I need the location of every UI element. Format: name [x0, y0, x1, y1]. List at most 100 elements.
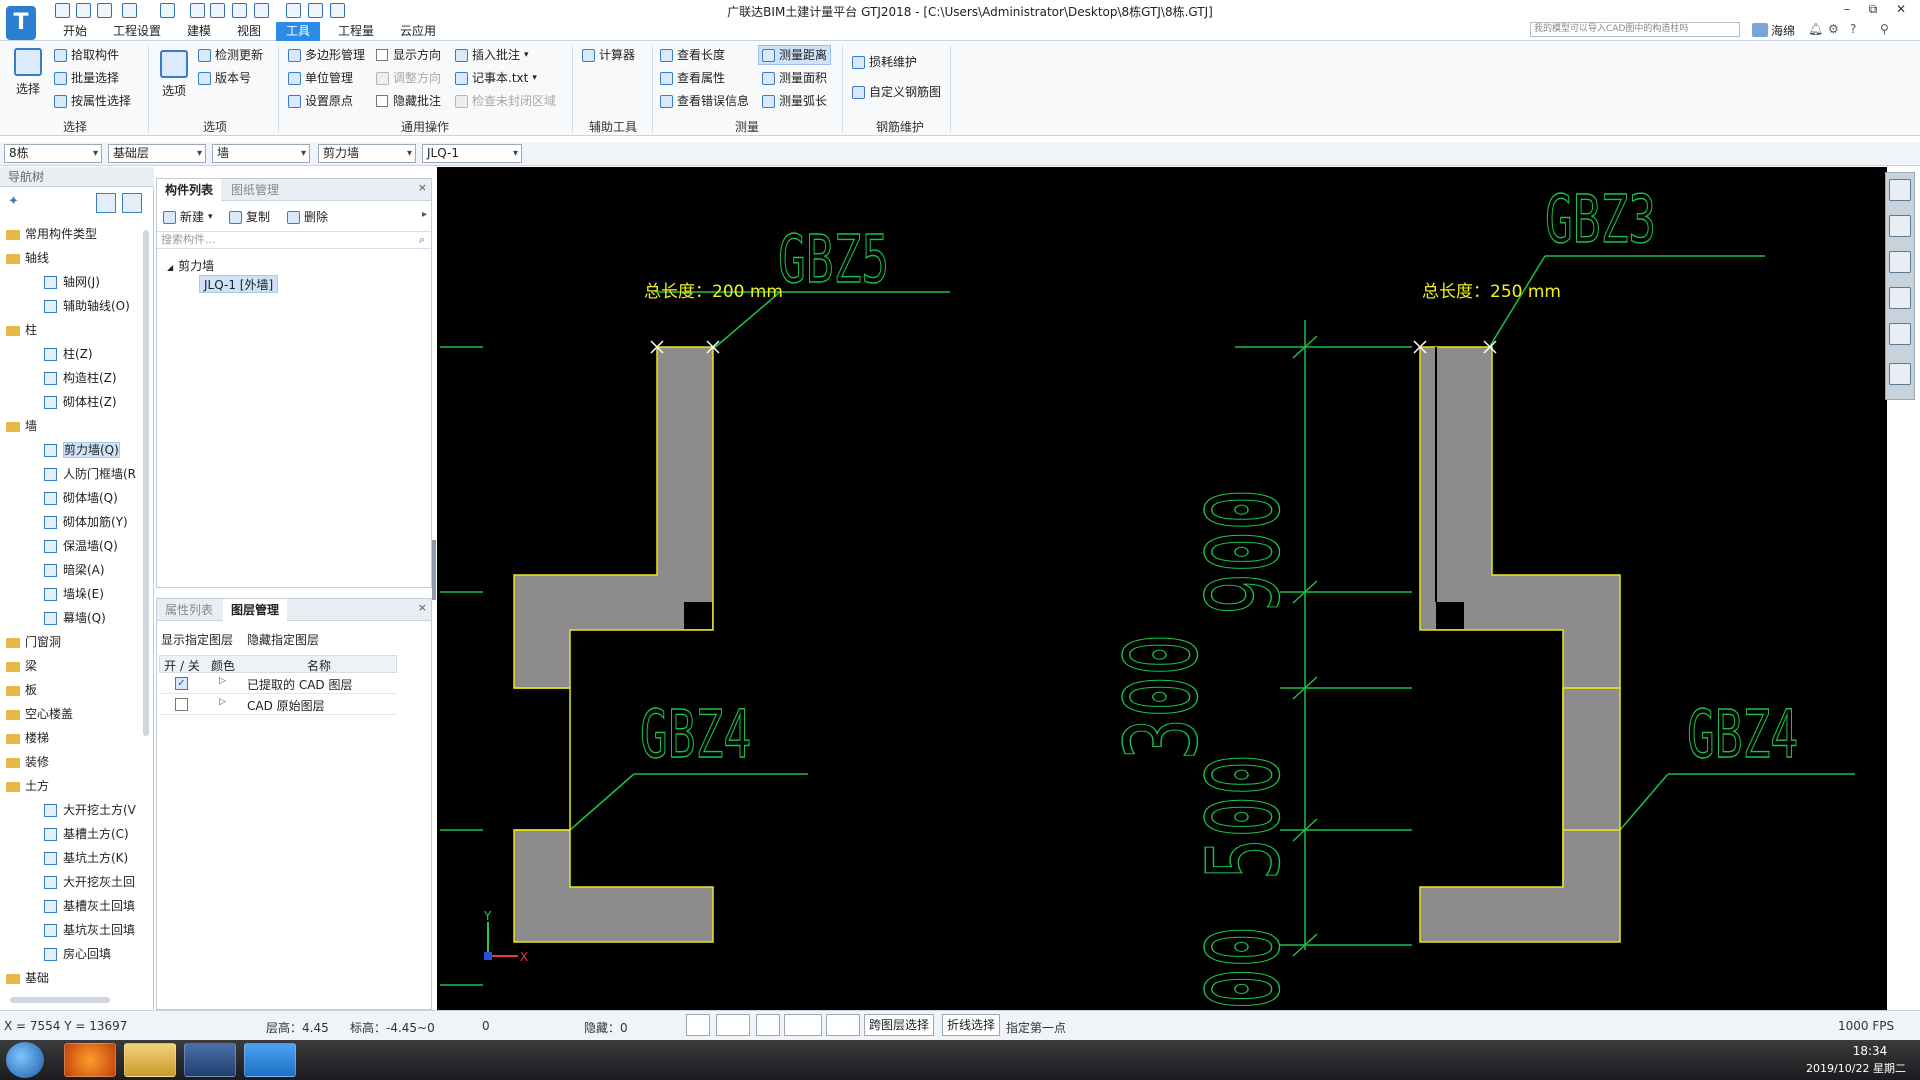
user-name[interactable]: 海绵	[1771, 22, 1795, 40]
nav-folder[interactable]: 墙	[6, 414, 37, 438]
type-select[interactable]: 剪力墙	[318, 144, 416, 163]
nav-item[interactable]: 基槽灰土回填	[44, 894, 135, 918]
tab-view[interactable]: 视图	[227, 22, 271, 41]
tab-modeling[interactable]: 建模	[175, 22, 223, 41]
nav-folder[interactable]: 土方	[6, 774, 49, 798]
view-properties-button[interactable]: 查看属性	[660, 68, 725, 88]
nav-item[interactable]: 幕墙(Q)	[44, 606, 106, 630]
polyline-select-button[interactable]: 折线选择	[942, 1014, 1001, 1036]
restore-button[interactable]: ⧉	[1862, 2, 1884, 20]
minimize-button[interactable]: –	[1836, 2, 1858, 20]
more-icon[interactable]: ▸	[422, 209, 427, 220]
hide-annotation-checkbox[interactable]: 隐藏批注	[376, 91, 441, 111]
select-by-property-button[interactable]: 按属性选择	[54, 91, 131, 111]
nav-folder[interactable]: 板	[6, 678, 37, 702]
nav-folder[interactable]: 基础	[6, 966, 49, 990]
tab-project-settings[interactable]: 工程设置	[106, 22, 168, 41]
new-component-button[interactable]: 新建 ▾	[163, 207, 213, 227]
top-view-icon[interactable]	[1889, 251, 1911, 273]
show-direction-checkbox[interactable]: 显示方向	[376, 45, 441, 65]
polygon-manage-button[interactable]: 多边形管理	[288, 45, 365, 65]
nav-item[interactable]: 基坑灰土回填	[44, 918, 135, 942]
show-layer-button[interactable]: 显示指定图层	[161, 631, 233, 648]
cross-layer-select-button[interactable]: 跨图层选择	[864, 1014, 935, 1036]
help-search-input[interactable]: 我的模型可以导入CAD图中的构造柱吗	[1530, 22, 1740, 37]
component-select[interactable]: JLQ-1	[422, 144, 522, 163]
hide-layer-button[interactable]: 隐藏指定图层	[247, 631, 319, 648]
nav-folder[interactable]: 梁	[6, 654, 37, 678]
tree-group-shear-wall[interactable]: ◢ 剪力墙	[167, 257, 214, 274]
explorer-icon[interactable]	[124, 1043, 176, 1077]
tab-drawing-manage[interactable]: 图纸管理	[223, 179, 287, 201]
expand-icon[interactable]: ▷	[219, 676, 226, 686]
orbit-icon[interactable]	[1889, 179, 1911, 201]
expand-icon[interactable]: ▷	[219, 697, 226, 707]
nav-folder[interactable]: 门窗洞	[6, 630, 61, 654]
nav-item[interactable]: 暗梁(A)	[44, 558, 105, 582]
tab-tools[interactable]: 工具	[276, 22, 320, 41]
tab-layer-manage[interactable]: 图层管理	[223, 599, 288, 621]
settings-icon[interactable]: ⚙︎	[1828, 22, 1839, 36]
layer-row[interactable]: ✓ ▷ 已提取的 CAD 图层	[159, 674, 397, 694]
nav-item[interactable]: 房心回填	[44, 942, 111, 966]
check-update-button[interactable]: 检测更新	[198, 45, 263, 65]
sum-icon[interactable]	[190, 3, 205, 18]
nav-folder[interactable]: 空心楼盖	[6, 702, 73, 726]
pin-icon[interactable]: ⚲	[1880, 22, 1889, 36]
measure-arc-button[interactable]: 测量弧长	[762, 91, 827, 111]
nav-folder[interactable]: 装修	[6, 750, 49, 774]
nav-item[interactable]: 大开挖灰土回	[44, 870, 135, 894]
pick-component-button[interactable]: 拾取构件	[54, 45, 119, 65]
nav-item[interactable]: 剪力墙(Q)	[44, 438, 120, 462]
undo-icon[interactable]	[122, 3, 137, 18]
nav-folder[interactable]: 常用构件类型	[6, 222, 97, 246]
tray-icons[interactable]	[1620, 1048, 1820, 1068]
nav-hscrollbar[interactable]	[10, 997, 110, 1003]
offset-icon[interactable]	[826, 1014, 860, 1036]
batch-select-button[interactable]: 批量选择	[54, 68, 119, 88]
nav-item[interactable]: 辅助轴线(O)	[44, 294, 130, 318]
layer-checkbox-checked[interactable]: ✓	[175, 677, 188, 690]
view-errors-button[interactable]: 查看错误信息	[660, 91, 749, 111]
tab-quantity[interactable]: 工程量	[328, 22, 384, 41]
measure-area-button[interactable]: 测量面积	[762, 68, 827, 88]
tab-property-list[interactable]: 属性列表	[157, 599, 221, 621]
measure-distance-button[interactable]: 测量距离	[758, 45, 832, 65]
save-icon[interactable]	[97, 3, 112, 18]
snap-icon[interactable]	[716, 1014, 750, 1036]
app-logo-icon[interactable]: T	[6, 6, 36, 40]
tile-view-icon[interactable]	[122, 193, 142, 213]
panel-splitter[interactable]	[432, 540, 436, 600]
firefox-icon[interactable]	[64, 1043, 116, 1077]
gtj-app-icon[interactable]	[244, 1043, 296, 1077]
tab-component-list[interactable]: 构件列表	[157, 179, 222, 201]
copy-component-button[interactable]: 复制	[229, 207, 270, 227]
new-file-icon[interactable]	[55, 3, 70, 18]
unit-manage-button[interactable]: 单位管理	[288, 68, 353, 88]
adjust-direction-button[interactable]: 调整方向	[376, 68, 441, 88]
start-button-icon[interactable]	[6, 1042, 44, 1078]
insert-annotation-button[interactable]: 插入批注 ▾	[455, 45, 529, 65]
redo-icon[interactable]	[160, 3, 175, 18]
close-icon[interactable]: ×	[418, 601, 427, 614]
cross-icon[interactable]	[756, 1014, 780, 1036]
notepad-button[interactable]: 记事本.txt ▾	[455, 68, 537, 88]
nav-item[interactable]: 砌体柱(Z)	[44, 390, 117, 414]
ortho-icon[interactable]	[686, 1014, 710, 1036]
component-search-input[interactable]: 搜索构件...	[157, 231, 431, 249]
export-icon[interactable]	[330, 3, 345, 18]
nav-item[interactable]: 大开挖土方(V	[44, 798, 136, 822]
3d-view-icon[interactable]	[1889, 215, 1911, 237]
options-button[interactable]: 选项	[156, 50, 192, 99]
version-button[interactable]: 版本号	[198, 68, 251, 88]
category-select[interactable]: 墙	[212, 144, 310, 163]
rotate-icon[interactable]	[1889, 323, 1911, 345]
grid-view-icon[interactable]	[1889, 363, 1911, 385]
nav-item[interactable]: 砌体加筋(Y)	[44, 510, 128, 534]
nav-scrollbar[interactable]	[143, 230, 149, 736]
nav-folder[interactable]: 楼梯	[6, 726, 49, 750]
calculator-button[interactable]: 计算器	[582, 45, 635, 65]
nav-folder[interactable]: 柱	[6, 318, 37, 342]
component-item-jlq1[interactable]: JLQ-1 [外墙]	[199, 275, 279, 293]
check-unclosed-button[interactable]: 检查未封闭区域	[455, 91, 556, 111]
